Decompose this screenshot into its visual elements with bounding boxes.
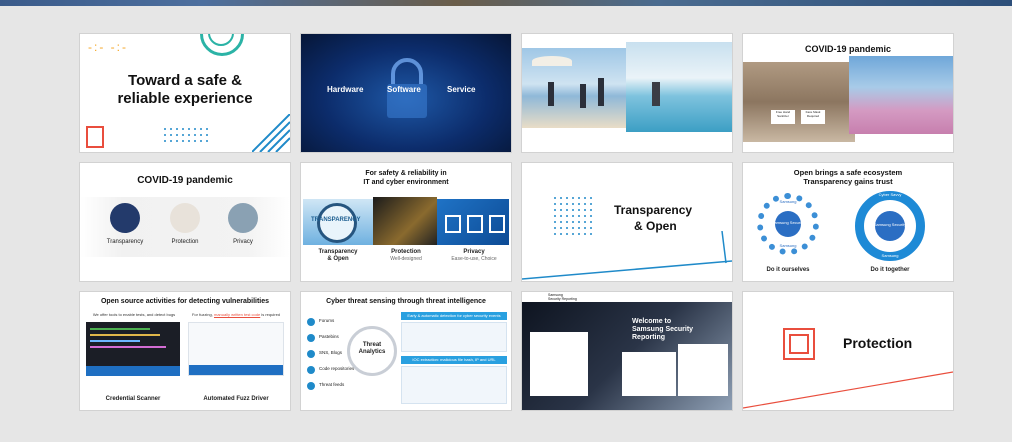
slide-thumbnail-6[interactable]: For safety & reliability in IT and cyber… — [301, 163, 511, 281]
center-text-line2: Analytics — [358, 349, 386, 355]
right-center-text: Samsung Security — [873, 222, 907, 227]
slide-title-line2: Transparency gains trust — [803, 177, 893, 186]
slide-thumbnail-12[interactable]: Protection — [743, 292, 953, 410]
report-card — [530, 332, 588, 396]
right-bottom-text: Samsung — [881, 253, 899, 258]
forum-icon — [307, 318, 315, 326]
slide-title: Cyber threat sensing through threat inte… — [326, 298, 486, 305]
welcome-line1: Welcome to — [632, 318, 672, 325]
label-privacy: Privacy — [233, 239, 253, 245]
label-software: Software — [387, 85, 421, 94]
caption-right: Do it together — [870, 267, 910, 273]
slide-title-line1: Transparency — [614, 203, 693, 217]
panel-top — [401, 322, 507, 352]
slide-thumbnail-7[interactable]: Transparency & Open — [522, 163, 732, 281]
welcome-line3: Reporting — [632, 334, 666, 341]
sublabel-privacy: Ease-to-use, Choice — [451, 256, 497, 262]
magnifier-text: TRANSPARENCY — [311, 217, 361, 223]
banner-top: Early & automatic detection for cyber se… — [401, 312, 507, 320]
sign-right: Face Mask Required — [801, 110, 825, 124]
label-protection: Protection — [391, 249, 421, 255]
slide-title: COVID-19 pandemic — [137, 175, 233, 186]
source-item-2: Pastebins — [319, 334, 339, 339]
label-protection: Protection — [171, 239, 199, 245]
slide-thumbnail-4[interactable]: COVID-19 pandemic Free Hand Sanitizer Fa… — [743, 34, 953, 152]
slide-title: Protection — [843, 335, 913, 351]
slide-thumbnail-10[interactable]: Cyber threat sensing through threat inte… — [301, 292, 511, 410]
caption-right: Automated Fuzz Driver — [203, 396, 269, 402]
panel-bottom — [401, 366, 507, 404]
crowd-photo — [849, 56, 953, 134]
sns-icon — [307, 350, 315, 358]
slide-thumbnail-5[interactable]: COVID-19 pandemic Transparency Protectio… — [80, 163, 290, 281]
welcome-line2: Samsung Security — [632, 326, 694, 333]
sign-left: Free Hand Sanitizer — [771, 110, 795, 124]
slide-thumbnail-2[interactable]: Hardware Software Service — [301, 34, 511, 152]
info-card-right — [678, 344, 728, 396]
slide-title-line2: IT and cyber environment — [363, 179, 449, 186]
label-open: & Open — [327, 256, 349, 262]
vaccine-icon — [170, 203, 200, 233]
left-center-text: Samsung Security — [771, 220, 805, 225]
sea-photo — [626, 42, 732, 132]
slide-thumbnail-9[interactable]: Open source activities for detecting vul… — [80, 292, 290, 410]
sublabel-protection: Well-designed — [390, 256, 422, 262]
right-top-text: Cyber Savvy — [878, 192, 902, 197]
info-card-left — [622, 352, 676, 396]
chevron-pattern — [252, 114, 290, 152]
caption-left: Credential Scanner — [105, 396, 161, 402]
label-privacy: Privacy — [463, 249, 485, 255]
accent-line — [522, 231, 732, 280]
slide-title-line1: Open brings a safe ecosystem — [793, 168, 903, 177]
lock-icon — [789, 334, 809, 354]
slide-thumbnail-1[interactable]: -:- -:- Toward a safe & reliable experie… — [80, 34, 290, 152]
sparkle-decoration: -:- -:- — [88, 40, 128, 54]
lock-icon — [86, 126, 104, 148]
left-bottom-text: Samsung — [779, 243, 797, 248]
cafe-photo: Free Hand Sanitizer Face Mask Required — [743, 62, 855, 142]
source-item-1: Forums — [319, 318, 335, 323]
code-screenshot — [86, 322, 180, 376]
caption-left: Do it ourselves — [766, 267, 810, 273]
pastebin-icon — [307, 334, 315, 342]
center-text-line1: Threat — [362, 342, 382, 348]
chip-photo — [373, 197, 437, 245]
slide-thumbnail-8[interactable]: Open brings a safe ecosystem Transparenc… — [743, 163, 953, 281]
code-icon — [307, 366, 315, 374]
slide-title: Open source activities for detecting vul… — [100, 298, 270, 305]
label-service: Service — [447, 85, 476, 94]
source-item-3: SNS, Blogs — [319, 350, 343, 355]
source-item-5: Threat feeds — [319, 382, 345, 387]
phone-icon — [228, 203, 258, 233]
magnifier-photo: TRANSPARENCY — [303, 199, 373, 245]
label-transparency: Transparency — [318, 249, 358, 255]
slide-title-line2: reliable experience — [117, 90, 253, 107]
label-transparency: Transparency — [106, 239, 144, 245]
left-heading: We offer tools to enable tests, and dete… — [92, 312, 176, 317]
locks-photo — [437, 199, 509, 245]
top-image-strip — [0, 0, 1012, 6]
slide-thumbnail-3[interactable] — [522, 34, 732, 152]
accent-line — [743, 371, 953, 409]
dot-grid — [162, 126, 210, 144]
slide-thumbnail-11[interactable]: Samsung Security Reporting Welcome to Sa… — [522, 292, 732, 410]
beach-photo — [522, 48, 632, 128]
source-item-4: Code repositories — [319, 366, 355, 371]
diagram-screenshot — [188, 322, 284, 376]
slide-title-line1: For safety & reliability in — [365, 170, 447, 177]
slide-title-line1: Toward a safe & — [128, 72, 242, 89]
brand-line2: Security Reporting — [548, 297, 577, 301]
banner-bottom: IOC extraction: malicious file hash, IP … — [401, 356, 507, 364]
feed-icon — [307, 382, 315, 390]
left-top-text: Samsung — [779, 199, 797, 204]
globe-icon — [110, 203, 140, 233]
label-hardware: Hardware — [327, 85, 364, 94]
slide-title: COVID-19 pandemic — [804, 44, 892, 54]
right-heading: For fuzzing, manually written test code … — [191, 312, 281, 317]
